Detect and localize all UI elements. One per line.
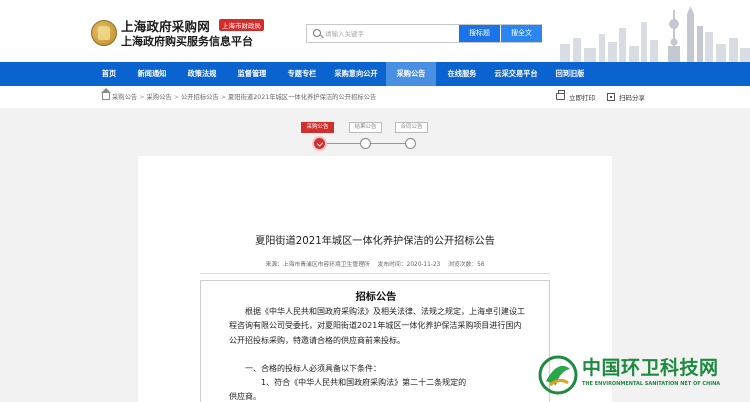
print-button[interactable]: 立即打印	[569, 92, 595, 102]
breadcrumb-item[interactable]: 公开招标公告	[181, 94, 219, 101]
search-icon	[313, 29, 321, 37]
main-nav: 首页 新闻通知 政策法规 监督管理 专题专栏 采购意向公开 采购公告 在线服务 …	[0, 62, 750, 86]
city-skyline-image	[560, 6, 750, 62]
search-title-button[interactable]: 搜标题	[459, 25, 500, 42]
watermark-subtitle: THE ENVIRONMENTAL SANITATION NET OF CHIN…	[582, 381, 721, 387]
step-dot-active-check-icon[interactable]	[314, 138, 325, 149]
nav-topics[interactable]: 专题专栏	[278, 62, 326, 86]
doc-line: 供应商。	[229, 392, 261, 401]
nav-intention[interactable]: 采购意向公开	[328, 62, 384, 86]
search-input[interactable]	[325, 27, 455, 41]
watermark-title: 中国环卫科技网	[582, 357, 719, 379]
nav-policy[interactable]: 政策法规	[178, 62, 226, 86]
search-box: 搜标题 搜全文	[306, 24, 542, 43]
nav-online-service[interactable]: 在线服务	[438, 62, 486, 86]
print-icon[interactable]	[556, 90, 565, 100]
nav-old-version[interactable]: 回到旧版	[546, 62, 594, 86]
meta-date: 发布时间：2020-11-23	[377, 262, 441, 268]
nav-cloud-trade[interactable]: 云采交易平台	[488, 62, 544, 86]
site-badge: 上海市财政局	[219, 19, 264, 31]
nav-procurement-notice[interactable]: 采购公告	[386, 62, 436, 86]
step-tag-result[interactable]: 结果公告	[349, 122, 382, 133]
nav-home[interactable]: 首页	[92, 62, 126, 86]
nav-news[interactable]: 新闻通知	[128, 62, 176, 86]
doc-heading: 招标公告	[355, 292, 397, 303]
nav-supervision[interactable]: 监督管理	[228, 62, 276, 86]
meta-source: 来源：上海市青浦区市容环境卫生管理所	[265, 262, 370, 268]
breadcrumb-bar: 采购公告 > 采购公告 > 公开招标公告 > 夏阳街道2021年城区一体化养护保洁的公开招标…	[0, 86, 750, 108]
breadcrumb: 采购公告 > 采购公告 > 公开招标公告 > 夏阳街道2021年城区一体化养护保洁的公开招标…	[112, 94, 377, 101]
share-button[interactable]: 扫码分享	[619, 92, 645, 102]
home-icon[interactable]	[101, 88, 111, 100]
divider	[200, 273, 550, 274]
search-fulltext-button[interactable]: 搜全文	[501, 25, 542, 42]
watermark-logo-icon	[538, 355, 578, 395]
site-subtitle[interactable]: 上海政府购买服务信息平台	[121, 33, 253, 49]
step-dot[interactable]	[405, 138, 416, 149]
step-tag-contract[interactable]: 合同公告	[395, 122, 428, 133]
meta-views: 浏览次数：56	[448, 262, 485, 268]
doc-paragraph: 根据《中华人民共和国政府采购法》及相关法律、法规之规定，上海卓引建设工程咨询有限…	[229, 307, 525, 345]
site-header: 上海政府采购网 上海市财政局 上海政府购买服务信息平台 搜标题 搜全文	[0, 0, 750, 62]
step-dot[interactable]	[360, 138, 371, 149]
notice-document: 招标公告 根据《中华人民共和国政府采购法》及相关法律、法规之规定，上海卓引建设工…	[200, 280, 550, 402]
article-title: 夏阳街道2021年城区一体化养护保洁的公开招标公告	[255, 236, 495, 247]
step-tag-procurement[interactable]: 采购公告	[301, 122, 334, 133]
breadcrumb-current: 夏阳街道2021年城区一体化养护保洁的公开招标公告	[228, 94, 377, 101]
breadcrumb-item[interactable]: 采购公告	[112, 94, 137, 101]
breadcrumb-item[interactable]: 采购公告	[146, 94, 171, 101]
qr-code-icon[interactable]	[607, 93, 615, 101]
doc-line: 1、符合《中华人民共和国政府采购法》第二十二条规定的	[261, 378, 467, 387]
doc-line: 一、合格的投标人必须具备以下条件：	[245, 364, 381, 373]
article-meta: 来源：上海市青浦区市容环境卫生管理所 发布时间：2020-11-23 浏览次数：…	[138, 259, 612, 268]
site-logo-icon[interactable]	[91, 20, 117, 46]
